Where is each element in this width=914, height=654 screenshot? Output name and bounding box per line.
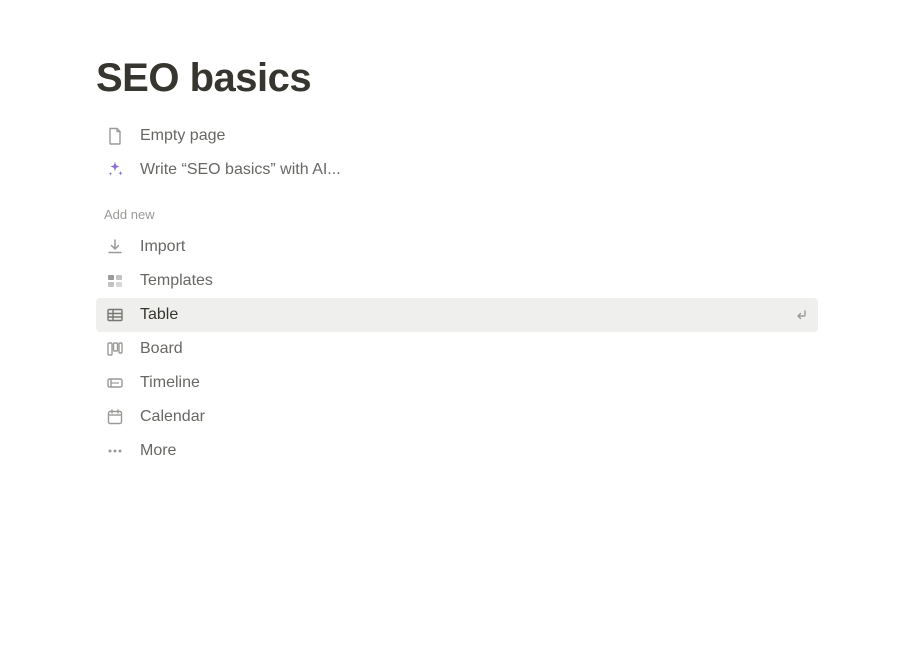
option-label: Table bbox=[140, 306, 792, 324]
table-icon bbox=[104, 304, 126, 326]
option-label: Write “SEO basics” with AI... bbox=[140, 161, 810, 179]
section-header-add-new: Add new bbox=[96, 207, 818, 222]
option-timeline[interactable]: Timeline bbox=[96, 366, 818, 400]
option-more[interactable]: More bbox=[96, 434, 818, 468]
ai-icon bbox=[104, 159, 126, 181]
option-label: Import bbox=[140, 238, 810, 256]
page-icon bbox=[104, 125, 126, 147]
option-label: Empty page bbox=[140, 127, 810, 145]
option-empty-page[interactable]: Empty page bbox=[96, 119, 818, 153]
page-title[interactable]: SEO basics bbox=[96, 56, 818, 101]
option-calendar[interactable]: Calendar bbox=[96, 400, 818, 434]
enter-icon bbox=[792, 306, 810, 324]
option-write-with-ai[interactable]: Write “SEO basics” with AI... bbox=[96, 153, 818, 187]
option-label: Timeline bbox=[140, 374, 810, 392]
option-templates[interactable]: Templates bbox=[96, 264, 818, 298]
option-board[interactable]: Board bbox=[96, 332, 818, 366]
board-icon bbox=[104, 338, 126, 360]
option-table[interactable]: Table bbox=[96, 298, 818, 332]
option-label: Board bbox=[140, 340, 810, 358]
import-icon bbox=[104, 236, 126, 258]
more-icon bbox=[104, 440, 126, 462]
templates-icon bbox=[104, 270, 126, 292]
timeline-icon bbox=[104, 372, 126, 394]
option-label: Calendar bbox=[140, 408, 810, 426]
calendar-icon bbox=[104, 406, 126, 428]
option-label: Templates bbox=[140, 272, 810, 290]
option-import[interactable]: Import bbox=[96, 230, 818, 264]
option-label: More bbox=[140, 442, 810, 460]
